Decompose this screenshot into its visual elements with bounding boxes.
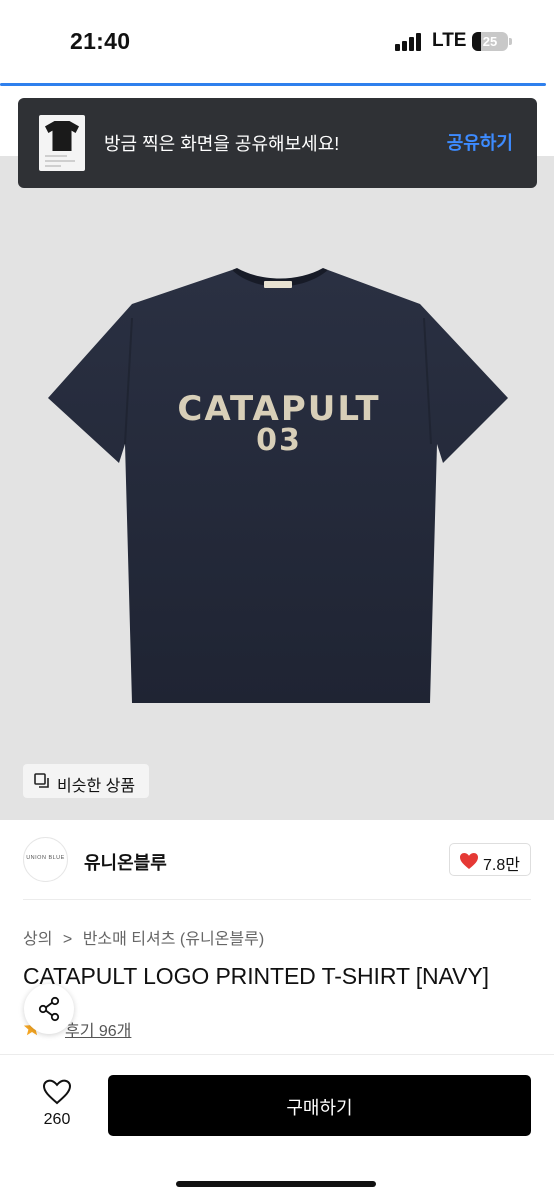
- chevron-right-icon: >: [62, 931, 73, 948]
- breadcrumb: 상의 > 반소매 티셔츠 (유니온블루): [23, 925, 264, 949]
- battery-level: 25: [482, 34, 498, 49]
- buy-button[interactable]: 구매하기: [108, 1075, 531, 1136]
- battery-tip: [509, 38, 512, 45]
- bottom-action-bar: 260 구매하기: [0, 1054, 554, 1200]
- home-indicator: [176, 1181, 376, 1187]
- review-count-link[interactable]: 후기 96개: [65, 1017, 131, 1041]
- brand-logo-text: UNION BLUE: [26, 855, 65, 861]
- wishlist-button[interactable]: 260: [34, 1075, 80, 1135]
- product-title: CATAPULT LOGO PRINTED T-SHIRT [NAVY]: [23, 963, 489, 989]
- status-time: 21:40: [70, 28, 131, 54]
- heart-filled-icon: [460, 853, 478, 869]
- brand-logo[interactable]: UNION BLUE: [23, 837, 68, 882]
- toast-message: 방금 찍은 화면을 공유해보세요!: [104, 134, 340, 154]
- brand-name[interactable]: 유니온블루: [84, 849, 167, 875]
- screenshot-thumbnail[interactable]: [39, 115, 85, 171]
- tshirt-print-line2: 03: [256, 423, 302, 458]
- screenshot-share-toast: 방금 찍은 화면을 공유해보세요! 공유하기: [18, 98, 537, 188]
- similar-products-label: 비슷한 상품: [57, 778, 136, 795]
- copy-icon: [34, 773, 49, 788]
- divider: [23, 899, 531, 900]
- brand-like-button[interactable]: 7.8만: [449, 843, 531, 876]
- neck-label: [264, 281, 292, 288]
- share-button[interactable]: [24, 984, 74, 1034]
- breadcrumb-item-category[interactable]: 상의: [23, 925, 52, 949]
- heart-outline-icon: [42, 1079, 72, 1105]
- brand-like-count: 7.8만: [483, 857, 520, 874]
- product-image[interactable]: CATAPULT 03: [40, 258, 516, 708]
- breadcrumb-item-subcategory[interactable]: 반소매 티셔츠 (유니온블루): [83, 925, 264, 949]
- signal-icon: [395, 33, 423, 51]
- buy-button-label: 구매하기: [286, 1098, 353, 1118]
- toast-share-button[interactable]: 공유하기: [447, 129, 513, 155]
- battery-icon: 25: [472, 32, 508, 51]
- similar-products-button[interactable]: 비슷한 상품: [23, 764, 149, 798]
- share-icon: [38, 996, 60, 1022]
- brand-row[interactable]: UNION BLUE 유니온블루 7.8만: [0, 830, 554, 890]
- wishlist-count: 260: [43, 1111, 71, 1128]
- network-label: LTE: [432, 30, 467, 51]
- status-bar: 21:40 LTE 25: [0, 0, 554, 84]
- tshirt-body: [48, 270, 508, 703]
